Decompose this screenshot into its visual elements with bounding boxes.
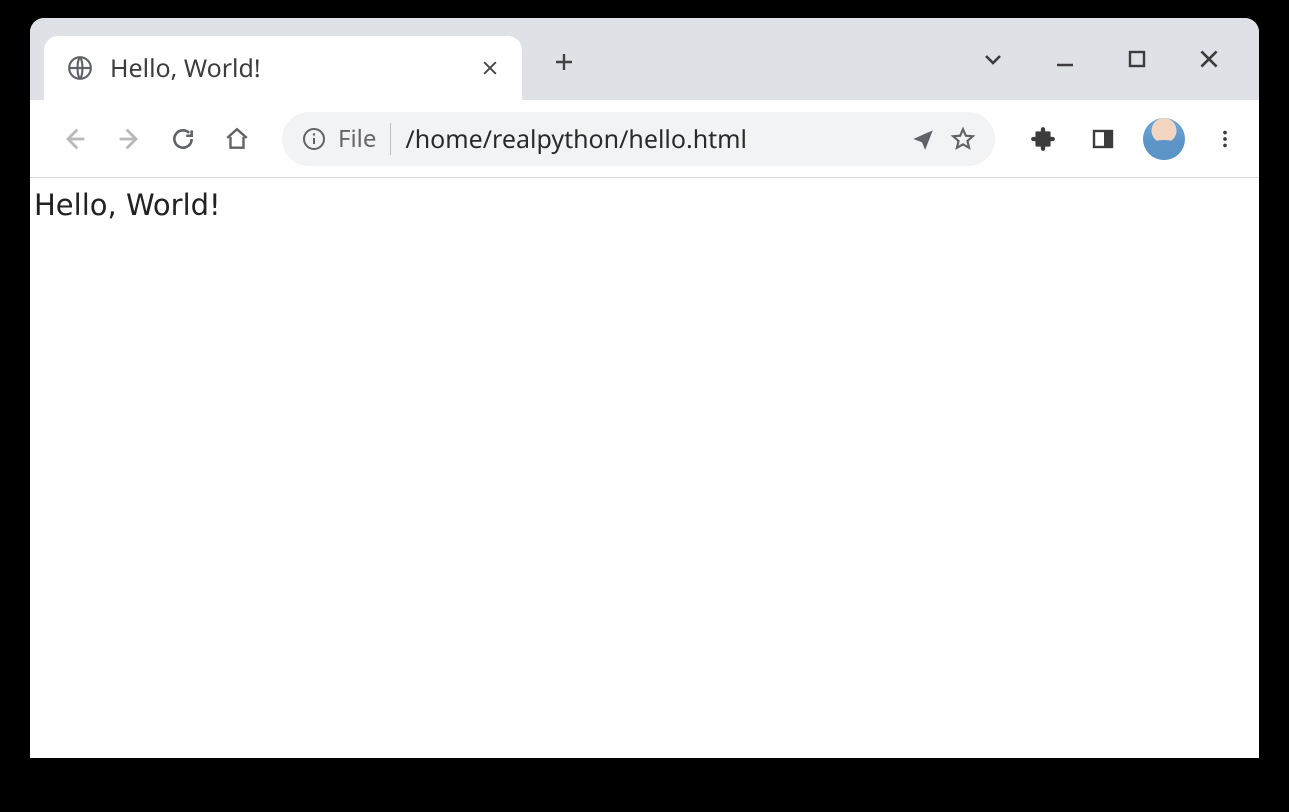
plus-icon [552, 50, 576, 74]
maximize-icon [1125, 47, 1149, 71]
puzzle-icon [1030, 126, 1056, 152]
separator [390, 123, 391, 155]
forward-button[interactable] [106, 116, 152, 162]
close-window-button[interactable] [1185, 35, 1233, 83]
tab-strip: Hello, World! [30, 18, 1259, 100]
menu-button[interactable] [1205, 119, 1245, 159]
search-tabs-button[interactable] [969, 35, 1017, 83]
close-icon [480, 58, 500, 78]
arrow-left-icon [61, 125, 89, 153]
url-text[interactable]: /home/realpython/hello.html [405, 122, 903, 156]
side-panel-button[interactable] [1083, 119, 1123, 159]
kebab-icon [1214, 128, 1236, 150]
back-button[interactable] [52, 116, 98, 162]
toolbar-right [1023, 118, 1245, 160]
maximize-button[interactable] [1113, 35, 1161, 83]
bookmark-button[interactable] [943, 119, 983, 159]
profile-avatar[interactable] [1143, 118, 1185, 160]
extensions-button[interactable] [1023, 119, 1063, 159]
panel-icon [1091, 127, 1115, 151]
toolbar: File /home/realpython/hello.html [30, 100, 1259, 178]
reload-icon [170, 126, 196, 152]
close-icon [1196, 46, 1222, 72]
star-icon [950, 126, 976, 152]
window-controls [969, 18, 1251, 100]
home-button[interactable] [214, 116, 260, 162]
send-icon [910, 126, 936, 152]
minimize-icon [1053, 47, 1077, 71]
address-bar[interactable]: File /home/realpython/hello.html [282, 112, 995, 166]
browser-window: Hello, World! [30, 18, 1259, 758]
chevron-down-icon [981, 47, 1005, 71]
arrow-right-icon [115, 125, 143, 153]
new-tab-button[interactable] [540, 38, 588, 86]
home-icon [224, 126, 250, 152]
url-scheme-label: File [338, 122, 376, 155]
desktop: Hello, World! [0, 0, 1289, 812]
page-viewport[interactable]: Hello, World! [30, 178, 1259, 758]
tab-active[interactable]: Hello, World! [44, 36, 522, 100]
info-icon[interactable] [300, 125, 328, 153]
tab-title: Hello, World! [110, 51, 474, 85]
minimize-button[interactable] [1041, 35, 1089, 83]
close-tab-button[interactable] [474, 52, 506, 84]
share-button[interactable] [903, 119, 943, 159]
globe-icon [66, 54, 94, 82]
page-body-text: Hello, World! [34, 188, 1255, 222]
reload-button[interactable] [160, 116, 206, 162]
